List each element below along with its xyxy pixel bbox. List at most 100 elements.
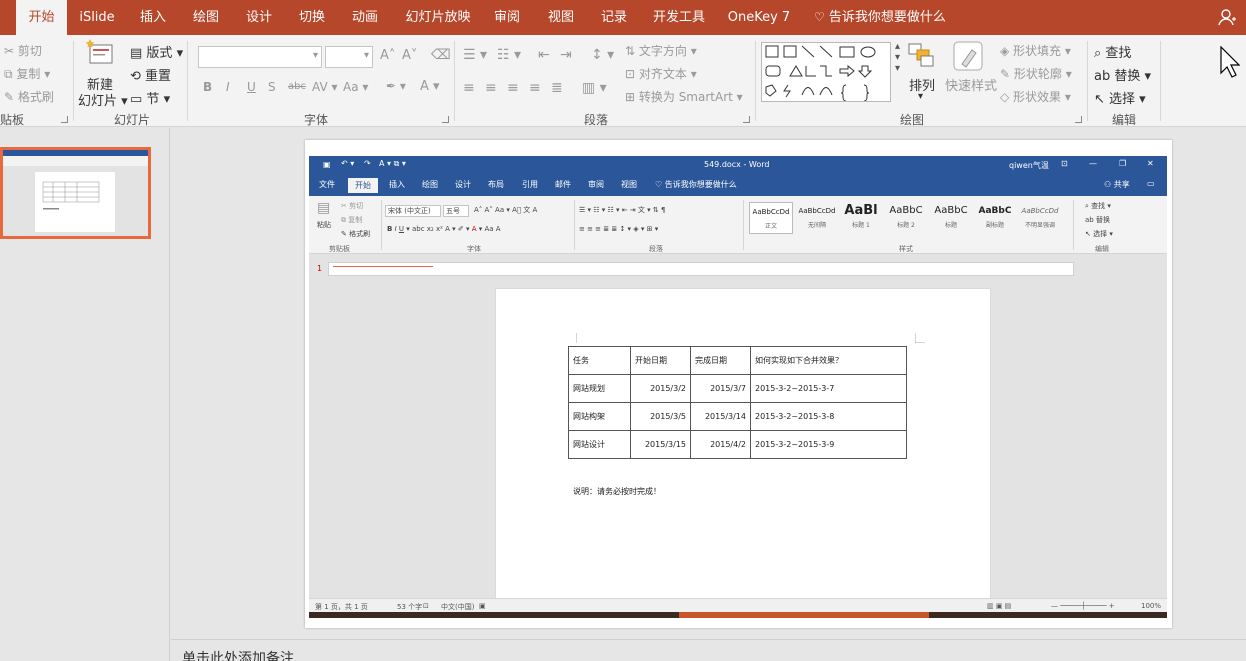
taskbar-highlight <box>679 612 929 618</box>
shape-fill-button[interactable]: ◈ 形状填充 ▾ <box>1000 42 1071 59</box>
align-right-icon[interactable]: ≡ <box>507 80 519 96</box>
table-cell: 2015/3/5 <box>630 402 691 431</box>
tab-animations[interactable]: 动画 <box>344 0 386 35</box>
text-direction-button[interactable]: ⇅ 文字方向 ▾ <box>625 42 697 59</box>
shape-effects-button[interactable]: ◇ 形状效果 ▾ <box>1000 88 1071 105</box>
new-slide-icon[interactable] <box>84 39 114 67</box>
strikethrough-button[interactable]: abc <box>288 81 306 92</box>
paintbrush-icon: ✎ <box>4 90 18 104</box>
slide-thumbnail[interactable] <box>0 147 151 239</box>
macro-icon: ▣ <box>479 602 486 610</box>
word-tab-review: 审阅 <box>588 180 604 189</box>
group-label-drawing: 绘图 <box>900 113 925 127</box>
undo-icon: ↶ ▾ <box>341 159 355 168</box>
distributed-icon[interactable]: ≣ <box>551 80 563 96</box>
shadow-button[interactable]: S <box>268 80 276 94</box>
tab-design[interactable]: 设计 <box>238 0 280 35</box>
replace-button[interactable]: ab 替换 ▾ <box>1094 65 1151 84</box>
shape-outline-button[interactable]: ✎ 形状轮廓 ▾ <box>1000 65 1072 82</box>
justify-icon[interactable]: ≡ <box>529 80 541 96</box>
word-share: ⚇ 共享 <box>1104 180 1130 189</box>
word-replace: ab 替换 <box>1085 216 1110 224</box>
group-divider <box>1160 41 1161 121</box>
table-cell: 2015-3-2~2015-3-7 <box>750 374 907 403</box>
slide-thumbnail-preview <box>3 150 148 236</box>
highlight-icon[interactable]: ✒ ▾ <box>386 79 406 93</box>
drawing-launcher-icon[interactable] <box>1075 116 1082 123</box>
clipboard-launcher-icon[interactable] <box>61 116 68 123</box>
italic-button[interactable]: I <box>226 80 230 94</box>
quick-access-icon: A ▾ ⧉ ▾ <box>379 159 406 168</box>
tab-draw[interactable]: 绘图 <box>185 0 227 35</box>
new-slide-dropdown[interactable]: 幻灯片 ▾ <box>78 90 128 109</box>
arrange-icon[interactable] <box>907 42 935 68</box>
word-status-bar: 第 1 页，共 1 页 53 个字 ⊡ 中文(中国) ▣ ▥ ▣ ▤ — ───… <box>309 598 1167 612</box>
word-document-title: 549.docx - Word <box>704 160 770 169</box>
word-window-image[interactable]: ▣ ↶ ▾ ↷ A ▾ ⧉ ▾ 549.docx - Word qiwen气温 … <box>309 156 1167 618</box>
tab-slideshow[interactable]: 幻灯片放映 <box>398 0 478 35</box>
align-text-button[interactable]: ⊡ 对齐文本 ▾ <box>625 65 697 82</box>
font-color-button[interactable]: A ▾ <box>420 79 440 94</box>
decrease-indent-icon[interactable]: ⇤ <box>538 47 550 63</box>
table-cell: 2015/3/14 <box>690 402 751 431</box>
group-label-clipboard: 贴板 <box>0 113 25 127</box>
quick-styles-icon[interactable] <box>952 40 984 72</box>
user-account-icon[interactable] <box>1218 8 1236 26</box>
align-left-icon[interactable]: ≡ <box>463 80 475 96</box>
gallery-scroll-icon[interactable]: ▴ ▾ ▾ <box>895 41 900 74</box>
increase-font-icon[interactable]: A˄ <box>380 48 395 63</box>
underline-button[interactable]: U <box>247 80 256 94</box>
word-style-4: AaBbC 标题 <box>934 205 968 229</box>
word-tab-references: 引用 <box>522 180 538 189</box>
tab-islide[interactable]: iSlide <box>74 0 120 35</box>
tell-me-text: 告诉我你想要做什么 <box>828 10 946 25</box>
reset-button[interactable]: ⟲ 重置 <box>130 65 171 84</box>
tab-transitions[interactable]: 切换 <box>291 0 333 35</box>
tab-view[interactable]: 视图 <box>540 0 582 35</box>
decrease-font-icon[interactable]: A˅ <box>402 48 417 63</box>
section-button[interactable]: ▭ 节 ▾ <box>130 88 170 107</box>
align-center-icon[interactable]: ≡ <box>485 80 497 96</box>
shapes-gallery[interactable] <box>761 42 891 102</box>
bullets-icon[interactable]: ☰ ▾ <box>463 47 487 63</box>
scissors-icon: ✂ <box>4 44 18 58</box>
tab-home[interactable]: 开始 <box>16 0 67 35</box>
font-launcher-icon[interactable] <box>442 116 449 123</box>
format-painter-button[interactable]: ✎ 格式刷 <box>4 88 54 105</box>
find-button[interactable]: ⌕ 查找 <box>1094 42 1131 61</box>
layout-button[interactable]: ▤ 版式 ▾ <box>130 42 183 61</box>
font-size-combobox[interactable]: ▾ <box>325 46 373 68</box>
word-ribbon: ▤ 粘贴 ✂ 剪切 ⧉ 复制 ✎ 格式刷 剪贴板 宋体 (中文正) 五号 A˄ … <box>309 196 1167 254</box>
convert-smartart-button[interactable]: ⊞ 转换为 SmartArt ▾ <box>625 88 743 105</box>
ribbon-options-icon: ⊡ <box>1061 159 1068 168</box>
copy-button[interactable]: ⧉ 复制 ▾ <box>4 65 50 82</box>
line-spacing-icon[interactable]: ↕ ▾ <box>591 47 614 63</box>
tab-onekey[interactable]: OneKey 7 <box>726 0 792 35</box>
group-divider <box>1087 41 1088 121</box>
layout-icon: ▤ <box>130 46 147 61</box>
table-cell: 2015/4/2 <box>690 430 751 459</box>
group-divider <box>454 41 455 121</box>
bold-button[interactable]: B <box>203 80 212 94</box>
columns-icon[interactable]: ▥ ▾ <box>582 80 607 96</box>
word-tab-bar: 文件 开始 插入 绘图 设计 布局 引用 邮件 审阅 视图 ♡ 告诉我你想要做什… <box>309 175 1167 196</box>
view-modes-icon: ▥ ▣ ▤ <box>987 602 1012 610</box>
tab-record[interactable]: 记录 <box>593 0 635 35</box>
tell-me-box[interactable]: ♡ 告诉我你想要做什么 <box>814 0 950 35</box>
numbering-icon[interactable]: ☷ ▾ <box>497 47 521 63</box>
tab-review[interactable]: 审阅 <box>486 0 528 35</box>
quick-styles-button[interactable]: 快速样式 <box>945 75 997 94</box>
notes-pane[interactable]: 单击此处添加备注 <box>171 639 1246 661</box>
paragraph-launcher-icon[interactable] <box>743 116 750 123</box>
select-button[interactable]: ↖ 选择 ▾ <box>1094 88 1146 107</box>
char-spacing-button[interactable]: AV ▾ <box>312 80 338 94</box>
word-font-size: 五号 <box>443 205 469 217</box>
font-name-combobox[interactable]: ▾ <box>198 46 322 68</box>
cut-button[interactable]: ✂ 剪切 <box>4 42 42 59</box>
increase-indent-icon[interactable]: ⇥ <box>560 47 572 63</box>
tab-insert[interactable]: 插入 <box>132 0 174 35</box>
change-case-button[interactable]: Aa ▾ <box>343 80 368 94</box>
word-tab-view: 视图 <box>621 180 637 189</box>
tab-developer[interactable]: 开发工具 <box>647 0 711 35</box>
clear-format-icon[interactable]: ⌫ <box>431 47 451 63</box>
